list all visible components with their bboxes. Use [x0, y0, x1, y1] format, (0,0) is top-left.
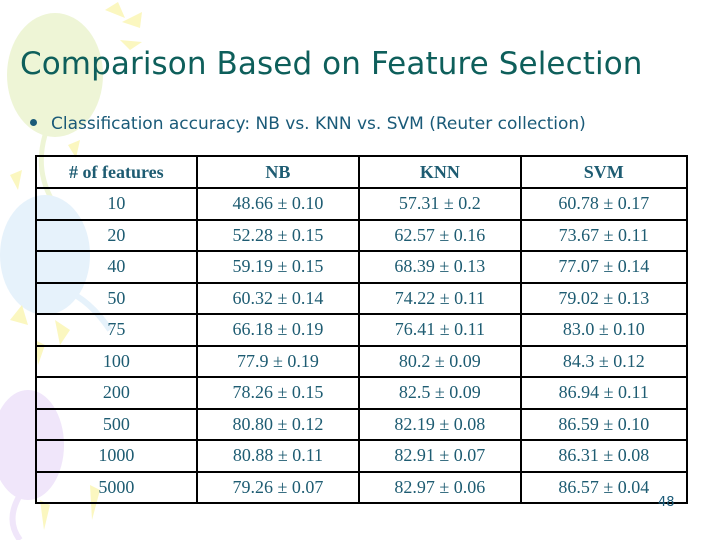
table-row: 1000 80.88 ± 0.11 82.91 ± 0.07 86.31 ± 0.08 — [35, 439, 689, 473]
nb-cell: 59.19 ± 0.15 — [195, 250, 361, 284]
table-row: 100 77.9 ± 0.19 80.2 ± 0.09 84.3 ± 0.12 — [35, 344, 689, 378]
nb-cell: 52.28 ± 0.15 — [195, 218, 361, 252]
svm-cell: 60.78 ± 0.17 — [519, 187, 689, 221]
table-row: 40 59.19 ± 0.15 68.39 ± 0.13 77.07 ± 0.14 — [35, 250, 689, 284]
knn-cell: 76.41 ± 0.11 — [358, 313, 522, 347]
header-knn: KNN — [358, 155, 522, 189]
svm-cell: 86.31 ± 0.08 — [519, 439, 689, 473]
bullet-text: Classification accuracy: NB vs. KNN vs. … — [51, 114, 586, 134]
svm-cell: 86.59 ± 0.10 — [519, 407, 689, 441]
knn-cell: 82.91 ± 0.07 — [358, 439, 522, 473]
features-cell: 75 — [35, 313, 198, 347]
nb-cell: 80.80 ± 0.12 — [195, 407, 361, 441]
svm-cell: 83.0 ± 0.10 — [519, 313, 689, 347]
header-nb: NB — [195, 155, 361, 189]
svm-cell: 77.07 ± 0.14 — [519, 250, 689, 284]
features-cell: 50 — [35, 281, 198, 315]
table-row: 50 60.32 ± 0.14 74.22 ± 0.11 79.02 ± 0.13 — [35, 281, 689, 315]
header-svm: SVM — [519, 155, 689, 189]
table-header-row: # of features NB KNN SVM — [35, 155, 689, 189]
svm-cell: 86.94 ± 0.11 — [519, 376, 689, 410]
bullet-item: Classification accuracy: NB vs. KNN vs. … — [30, 114, 586, 134]
table-row: 75 66.18 ± 0.19 76.41 ± 0.11 83.0 ± 0.10 — [35, 313, 689, 347]
nb-cell: 78.26 ± 0.15 — [195, 376, 361, 410]
knn-cell: 82.97 ± 0.06 — [358, 470, 522, 504]
features-cell: 10 — [35, 187, 198, 221]
nb-cell: 79.26 ± 0.07 — [195, 470, 361, 504]
results-table: # of features NB KNN SVM 10 48.66 ± 0.10 5… — [35, 155, 689, 504]
svm-cell: 84.3 ± 0.12 — [519, 344, 689, 378]
features-cell: 100 — [35, 344, 198, 378]
table-row: 500 80.80 ± 0.12 82.19 ± 0.08 86.59 ± 0.10 — [35, 407, 689, 441]
features-cell: 200 — [35, 376, 198, 410]
table-row: 200 78.26 ± 0.15 82.5 ± 0.09 86.94 ± 0.11 — [35, 376, 689, 410]
nb-cell: 60.32 ± 0.14 — [195, 281, 361, 315]
features-cell: 5000 — [35, 470, 198, 504]
table-row: 5000 79.26 ± 0.07 82.97 ± 0.06 86.57 ± 0.04 — [35, 470, 689, 504]
header-features: # of features — [35, 155, 198, 189]
knn-cell: 82.19 ± 0.08 — [358, 407, 522, 441]
nb-cell: 80.88 ± 0.11 — [195, 439, 361, 473]
table-row: 10 48.66 ± 0.10 57.31 ± 0.2 60.78 ± 0.17 — [35, 187, 689, 221]
knn-cell: 82.5 ± 0.09 — [358, 376, 522, 410]
features-cell: 40 — [35, 250, 198, 284]
features-cell: 1000 — [35, 439, 198, 473]
knn-cell: 68.39 ± 0.13 — [358, 250, 522, 284]
nb-cell: 66.18 ± 0.19 — [195, 313, 361, 347]
knn-cell: 80.2 ± 0.09 — [358, 344, 522, 378]
nb-cell: 77.9 ± 0.19 — [195, 344, 361, 378]
slide-title: Comparison Based on Feature Selection — [20, 46, 643, 82]
svm-cell: 79.02 ± 0.13 — [519, 281, 689, 315]
knn-cell: 62.57 ± 0.16 — [358, 218, 522, 252]
features-cell: 20 — [35, 218, 198, 252]
knn-cell: 57.31 ± 0.2 — [358, 187, 522, 221]
knn-cell: 74.22 ± 0.11 — [358, 281, 522, 315]
features-cell: 500 — [35, 407, 198, 441]
table-row: 20 52.28 ± 0.15 62.57 ± 0.16 73.67 ± 0.11 — [35, 218, 689, 252]
svm-cell: 73.67 ± 0.11 — [519, 218, 689, 252]
page-number: 48 — [658, 495, 675, 510]
bullet-icon — [30, 118, 37, 126]
nb-cell: 48.66 ± 0.10 — [195, 187, 361, 221]
